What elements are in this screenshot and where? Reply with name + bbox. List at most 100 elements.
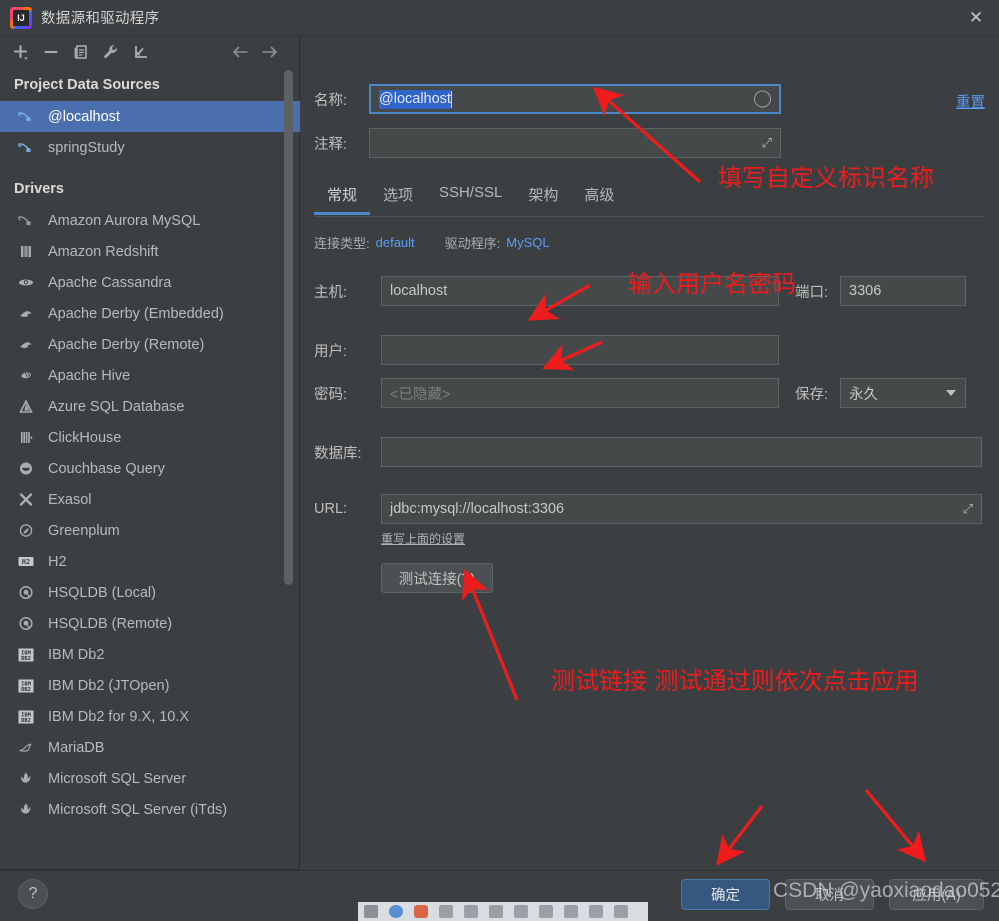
connection-type-label: 连接类型: [314,236,370,251]
taskbar-icon[interactable] [389,905,403,918]
taskbar-icon[interactable] [414,905,428,918]
user-label: 用户: [314,343,348,360]
svg-text:DB2: DB2 [21,718,31,724]
derby-hat-icon [14,335,38,355]
intellij-idea-icon [10,6,32,29]
save-label: 保存: [795,386,829,403]
tab-schema[interactable]: 架构 [515,178,571,215]
tab-advanced[interactable]: 高级 [571,178,627,215]
sidebar-item-hsqldb-local[interactable]: HSQLDB (Local) [0,577,300,608]
sidebar-navigation [225,38,285,66]
database-input[interactable] [381,437,982,467]
arrow-right-icon[interactable] [255,38,285,66]
mysql-dolphin-icon [14,107,38,127]
taskbar-icon[interactable] [489,905,503,918]
sidebar-item-label: IBM Db2 (JTOpen) [48,677,170,694]
reset-link[interactable]: 重置 [956,91,985,112]
sidebar-item-ibm-db2[interactable]: IBM DB2 IBM Db2 [0,639,300,670]
sidebar: Project Data Sources @localhost springSt… [0,36,300,870]
sidebar-item-greenplum[interactable]: Greenplum [0,515,300,546]
save-password-dropdown[interactable]: 永久 [840,378,966,408]
password-input[interactable]: <已隐藏> [381,378,779,408]
sidebar-item-ibm-db2-jtopen[interactable]: IBM DB2 IBM Db2 (JTOpen) [0,670,300,701]
taskbar-icon[interactable] [439,905,453,918]
sidebar-item-label: Couchbase Query [48,460,165,477]
sidebar-item-localhost[interactable]: @localhost [0,101,300,132]
connection-type-value[interactable]: default [376,235,415,250]
comment-label: 注释: [314,136,348,153]
hive-bee-icon [14,366,38,386]
sidebar-tree[interactable]: Project Data Sources @localhost springSt… [0,68,300,870]
ok-button[interactable]: 确定 [681,879,770,910]
expand-editor-icon[interactable]: ⤢ [762,135,772,151]
tab-ssh-ssl[interactable]: SSH/SSL [426,178,515,215]
sidebar-toolbar [0,36,299,68]
taskbar-icon[interactable] [514,905,528,918]
tab-options[interactable]: 选项 [370,178,426,215]
sidebar-item-springstudy[interactable]: springStudy [0,132,300,163]
database-row: 数据库: [314,437,982,467]
sidebar-item-ibm-db2-9x-10x[interactable]: IBM DB2 IBM Db2 for 9.X, 10.X [0,701,300,732]
ibm-db2-icon: IBM DB2 [14,676,38,696]
window-titlebar: 数据源和驱动程序 ✕ [0,0,999,36]
sidebar-item-mariadb[interactable]: MariaDB [0,732,300,763]
duplicate-data-source-button[interactable] [66,38,96,66]
taskbar-icon[interactable] [464,905,478,918]
clickhouse-bars-icon [14,428,38,448]
expand-url-icon[interactable]: ⤢ [963,501,973,517]
import-arrow-icon[interactable] [126,38,156,66]
sidebar-item-microsoft-sql-server[interactable]: Microsoft SQL Server [0,763,300,794]
database-label: 数据库: [314,445,362,462]
sidebar-item-apache-cassandra[interactable]: Apache Cassandra [0,267,300,298]
sidebar-item-label: Apache Derby (Embedded) [48,305,224,322]
add-data-source-button[interactable] [6,38,36,66]
sidebar-item-h2[interactable]: H2 H2 [0,546,300,577]
tabs-divider [314,216,985,217]
wrench-icon[interactable] [96,38,126,66]
url-input[interactable]: jdbc:mysql://localhost:3306 ⤢ [381,494,982,524]
url-override-hint[interactable]: 重写上面的设置 [381,530,465,547]
exasol-x-icon [14,490,38,510]
annotation-credentials: 输入用户名密码 [628,270,796,298]
taskbar-icon[interactable] [364,905,378,918]
test-connection-button[interactable]: 测试连接(T) [381,563,493,593]
comment-input[interactable]: ⤢ [369,128,781,158]
sidebar-item-hsqldb-remote[interactable]: HSQLDB (Remote) [0,608,300,639]
close-icon[interactable]: ✕ [953,0,999,36]
remove-data-source-button[interactable] [36,38,66,66]
name-input[interactable]: @localhost [369,84,781,114]
sidebar-item-exasol[interactable]: Exasol [0,484,300,515]
sidebar-item-azure-sql-database[interactable]: Azure SQL Database [0,391,300,422]
tab-general[interactable]: 常规 [314,178,371,215]
sidebar-item-label: H2 [48,553,67,570]
sidebar-item-amazon-aurora-mysql[interactable]: Amazon Aurora MySQL [0,205,300,236]
sidebar-item-amazon-redshift[interactable]: Amazon Redshift [0,236,300,267]
taskbar-icon[interactable] [589,905,603,918]
password-placeholder: <已隐藏> [390,386,451,403]
sidebar-item-clickhouse[interactable]: ClickHouse [0,422,300,453]
derby-hat-icon [14,304,38,324]
user-input[interactable] [381,335,779,365]
sidebar-group-title-project-data-sources: Project Data Sources [14,77,160,93]
port-input[interactable]: 3306 [840,276,966,306]
sidebar-item-apache-hive[interactable]: Apache Hive [0,360,300,391]
help-button[interactable]: ? [18,879,48,909]
dolphin-icon [14,211,38,231]
mssql-icon [14,800,38,820]
taskbar-icon[interactable] [614,905,628,918]
sidebar-item-label: IBM Db2 for 9.X, 10.X [48,708,190,725]
cassandra-eye-icon [14,273,38,293]
name-row: 名称: @localhost [314,84,781,114]
sidebar-item-apache-derby-remote[interactable]: Apache Derby (Remote) [0,329,300,360]
driver-value[interactable]: MySQL [506,235,549,250]
taskbar-icon[interactable] [539,905,553,918]
sidebar-item-label: Greenplum [48,522,120,539]
sidebar-item-couchbase-query[interactable]: Couchbase Query [0,453,300,484]
host-input-value: localhost [390,283,448,299]
sidebar-group-title-drivers: Drivers [14,181,64,197]
arrow-left-icon[interactable] [225,38,255,66]
taskbar-icon[interactable] [564,905,578,918]
sidebar-item-apache-derby-embedded[interactable]: Apache Derby (Embedded) [0,298,300,329]
sidebar-item-microsoft-sql-server-itds[interactable]: Microsoft SQL Server (iTds) [0,794,300,825]
sidebar-scrollbar-thumb[interactable] [284,70,293,585]
